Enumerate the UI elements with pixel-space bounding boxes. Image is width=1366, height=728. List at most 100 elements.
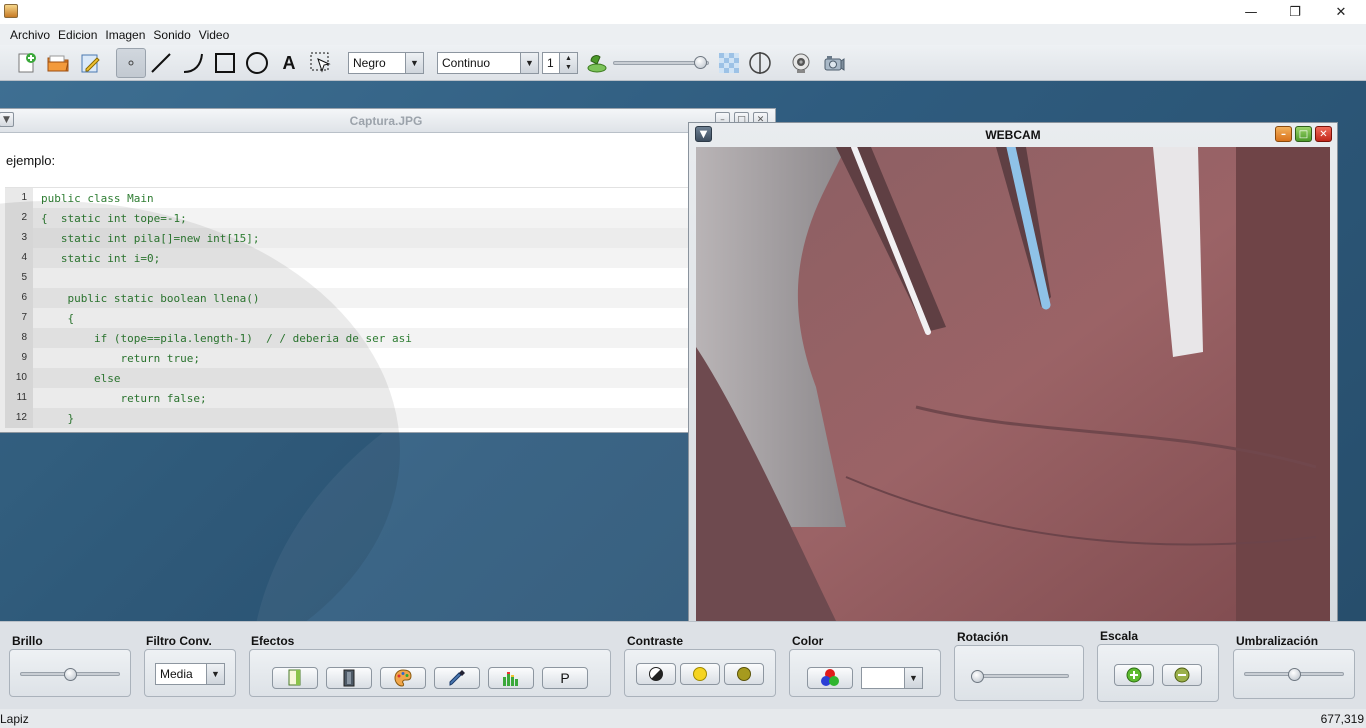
rotacion-group [954, 645, 1084, 701]
desktop-pane: ▼ Captura.JPG – □ ✕ ejemplo: 1 public cla… [0, 81, 1366, 621]
zoom-in-button[interactable] [1114, 664, 1154, 686]
umbralizacion-slider-thumb[interactable] [1287, 668, 1301, 681]
code-line: 8 if (tope==pila.length-1) / / deberia d… [5, 328, 775, 348]
status-coordinates: 677,319 [1320, 712, 1364, 726]
code-text: if (tope==pila.length-1) / / deberia de … [41, 331, 412, 345]
equalizer-icon [503, 672, 518, 686]
escala-group [1097, 644, 1219, 702]
menu-sonido[interactable]: Sonido [149, 28, 194, 42]
contrast-normal-button[interactable] [636, 663, 676, 685]
rotacion-slider[interactable] [971, 674, 1069, 678]
menu-archivo[interactable]: Archivo [6, 28, 54, 42]
effect-palette-button[interactable] [380, 667, 426, 689]
menu-video[interactable]: Video [195, 28, 233, 42]
antialias-toggle-button[interactable] [745, 48, 775, 78]
image-frame-titlebar[interactable]: ▼ Captura.JPG – □ ✕ [0, 109, 775, 133]
line-tool-button[interactable] [146, 48, 176, 78]
frame-close-button[interactable]: ✕ [1315, 126, 1332, 142]
minus-circle-icon [1174, 667, 1190, 683]
point-icon [128, 60, 134, 66]
umbralizacion-group [1233, 649, 1355, 699]
dark-circle-icon [737, 667, 751, 681]
rotacion-slider-thumb[interactable] [971, 670, 984, 683]
window-titlebar: — ❐ ✕ [0, 0, 1366, 24]
paint-bucket-icon [587, 55, 607, 73]
contrast-bright-button[interactable] [680, 663, 720, 685]
thickness-spinner[interactable]: 1 ▲ ▼ [542, 52, 578, 74]
efectos-group: P [249, 649, 611, 697]
color-select-value: Negro [353, 56, 386, 70]
rectangle-tool-button[interactable] [210, 48, 240, 78]
curve-icon [183, 53, 203, 73]
minimize-button[interactable]: — [1228, 0, 1274, 24]
frame-maximize-button[interactable]: □ [1295, 126, 1312, 142]
effect-gray-button[interactable] [326, 667, 372, 689]
effect-negative-button[interactable] [272, 667, 318, 689]
transparency-toggle-button[interactable] [714, 48, 744, 78]
code-line: 11 return false; [5, 388, 775, 408]
pencil-tool-button[interactable] [116, 48, 146, 78]
code-line: 12 } [5, 408, 775, 428]
code-text: static int i=0; [41, 251, 161, 265]
line-number: 3 [5, 228, 33, 248]
color-select[interactable]: Negro ▼ [348, 52, 424, 74]
effect-p-button[interactable]: P [542, 667, 588, 689]
code-text: return true; [41, 351, 200, 365]
menubar: Archivo Edicion Imagen Sonido Video [0, 24, 1366, 45]
brillo-label: Brillo [12, 634, 43, 648]
filtro-label: Filtro Conv. [146, 634, 212, 648]
curve-tool-button[interactable] [178, 48, 208, 78]
code-text: } [41, 411, 75, 425]
save-file-button[interactable] [75, 48, 105, 78]
color-group: ▼ [789, 649, 941, 697]
line-number: 4 [5, 248, 33, 268]
rectangle-icon [215, 53, 235, 73]
palette-icon [394, 669, 412, 687]
color-band-select[interactable]: ▼ [861, 667, 923, 689]
contrast-dark-button[interactable] [724, 663, 764, 685]
line-number: 9 [5, 348, 33, 368]
stroke-style-select[interactable]: Continuo ▼ [437, 52, 539, 74]
line-number: 5 [5, 268, 33, 288]
select-cursor-icon [310, 52, 331, 73]
adjustments-panel: Brillo Filtro Conv. Media ▼ Efectos P Co… [0, 621, 1366, 709]
webcam-button[interactable] [786, 48, 816, 78]
code-text: return false; [41, 391, 207, 405]
menu-imagen[interactable]: Imagen [101, 28, 149, 42]
filtro-select-value: Media [160, 667, 193, 681]
select-tool-button[interactable] [306, 48, 336, 78]
image-internal-frame: ▼ Captura.JPG – □ ✕ ejemplo: 1 public cla… [0, 108, 776, 433]
code-line: 1 public class Main [5, 188, 775, 208]
restore-button[interactable]: ❐ [1272, 0, 1318, 24]
text-tool-button[interactable]: A [274, 48, 304, 78]
rgb-button[interactable] [807, 667, 853, 689]
webcam-frame-titlebar[interactable]: ▼ WEBCAM – □ ✕ [689, 123, 1337, 147]
brillo-slider-thumb[interactable] [63, 668, 77, 681]
capture-button[interactable] [819, 48, 849, 78]
menu-edicion[interactable]: Edicion [54, 28, 101, 42]
line-number: 1 [5, 188, 33, 208]
edit-save-icon [81, 54, 100, 73]
frame-minimize-button[interactable]: – [1275, 126, 1292, 142]
efectos-label: Efectos [251, 634, 295, 648]
image-canvas[interactable]: ejemplo: 1 public class Main 2 { static int… [0, 133, 775, 432]
code-line: 3 static int pila[]=new int[15]; [5, 228, 775, 248]
zoom-out-button[interactable] [1162, 664, 1202, 686]
open-file-button[interactable] [43, 48, 73, 78]
code-line: 6 public static boolean llena() [5, 288, 775, 308]
line-number: 11 [5, 388, 33, 408]
chevron-down-icon: ▼ [405, 53, 423, 73]
effect-dropper-button[interactable] [434, 667, 480, 689]
fill-tool-button[interactable] [582, 48, 612, 78]
ellipse-tool-button[interactable] [242, 48, 272, 78]
filtro-select[interactable]: Media ▼ [155, 663, 225, 685]
new-file-icon [18, 53, 36, 73]
close-button[interactable]: ✕ [1318, 0, 1364, 24]
escala-label: Escala [1100, 629, 1139, 643]
new-file-button[interactable] [11, 48, 41, 78]
circle-split-icon [749, 52, 771, 74]
code-line: 10 else [5, 368, 775, 388]
plus-circle-icon [1126, 667, 1142, 683]
effect-equalizer-button[interactable] [488, 667, 534, 689]
transparency-slider-thumb[interactable] [693, 56, 707, 69]
